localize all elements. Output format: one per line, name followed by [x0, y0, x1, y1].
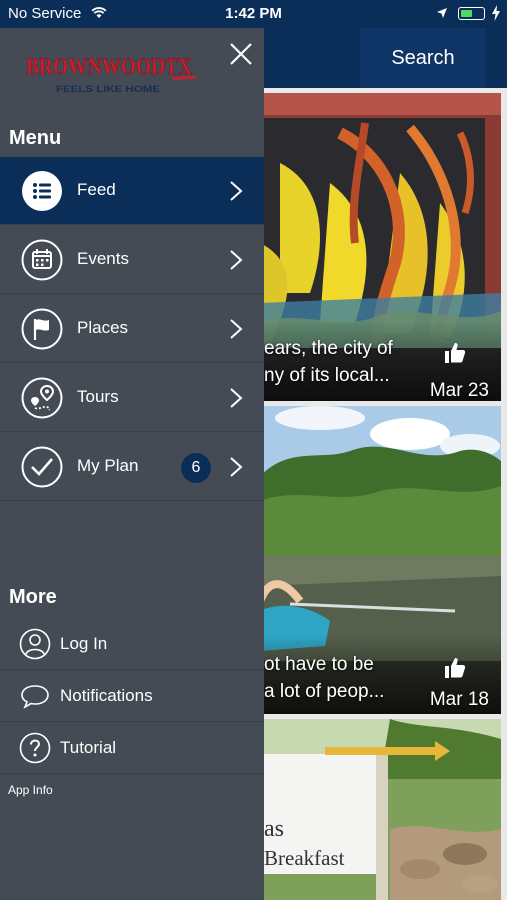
help-icon — [19, 732, 51, 764]
navigation-drawer: BROWNWOODTX FEELS LIKE HOME Menu Feed Ev… — [0, 28, 264, 900]
map-pin-route-icon — [21, 377, 63, 419]
menu-item-events[interactable]: Events — [0, 226, 264, 294]
more-item-tutorial[interactable]: Tutorial — [0, 722, 264, 774]
list-icon — [22, 171, 62, 211]
thumbs-up-icon[interactable] — [443, 656, 467, 680]
menu-item-feed[interactable]: Feed — [0, 157, 264, 225]
card-caption-line2: ny of its local... — [264, 365, 390, 386]
status-bar: No Service 1:42 PM — [0, 0, 507, 28]
more-item-label: Tutorial — [60, 738, 117, 757]
clock: 1:42 PM — [225, 5, 282, 22]
menu-item-tours[interactable]: Tours — [0, 364, 264, 432]
feed-card[interactable]: as Breakfast — [260, 719, 501, 900]
app-info-link[interactable]: App Info — [8, 783, 53, 797]
close-icon[interactable] — [228, 41, 254, 67]
chevron-right-icon — [230, 181, 243, 201]
feed-card[interactable]: ot have to be a lot of peop... Mar 18 — [260, 406, 501, 714]
menu-item-label: Tours — [77, 387, 119, 406]
feed-card[interactable]: ears, the city of ny of its local... Mar… — [260, 93, 501, 401]
svg-text:FEELS LIKE HOME: FEELS LIKE HOME — [56, 84, 160, 94]
chevron-right-icon — [230, 319, 243, 339]
chevron-right-icon — [230, 250, 243, 270]
more-item-log-in[interactable]: Log In — [0, 618, 264, 670]
user-icon — [19, 628, 51, 660]
menu-item-label: Events — [77, 249, 129, 268]
menu-item-label: My Plan — [77, 456, 139, 475]
chat-bubble-icon — [21, 685, 49, 709]
search-button[interactable]: Search — [360, 28, 486, 88]
thumbs-up-icon[interactable] — [443, 341, 467, 365]
card-date: Mar 23 — [429, 380, 489, 401]
card-caption-line2: a lot of peop... — [264, 681, 385, 702]
flag-icon — [21, 308, 63, 350]
menu-item-label: Places — [77, 318, 129, 337]
card-date: Mar 18 — [429, 689, 489, 710]
more-item-label: Notifications — [60, 686, 153, 705]
chevron-right-icon — [230, 457, 243, 477]
menu-item-label: Feed — [77, 180, 116, 199]
menu-item-places[interactable]: Places — [0, 295, 264, 363]
calendar-icon — [21, 239, 63, 281]
checkmark-icon — [21, 446, 63, 488]
card-caption-line1: ears, the city of — [264, 338, 393, 359]
sign-text-line2: Breakfast — [264, 846, 345, 870]
brownwood-logo[interactable]: BROWNWOODTX FEELS LIKE HOME — [24, 48, 200, 98]
more-section-title: More — [9, 586, 57, 608]
more-item-label: Log In — [60, 634, 108, 653]
menu-section-title: Menu — [9, 127, 62, 149]
plan-count-badge: 6 — [181, 453, 211, 483]
battery-icon — [458, 7, 485, 20]
charging-bolt-icon — [492, 5, 500, 21]
location-arrow-icon — [437, 8, 447, 18]
menu-item-my-plan[interactable]: My Plan 6 — [0, 433, 264, 501]
svg-text:BROWNWOODTX: BROWNWOODTX — [26, 54, 192, 79]
sign-text-line1: as — [264, 816, 284, 842]
search-label: Search — [391, 46, 455, 69]
more-item-notifications[interactable]: Notifications — [0, 670, 264, 722]
sign-photo — [260, 719, 501, 900]
chevron-right-icon — [230, 388, 243, 408]
card-caption-line1: ot have to be — [264, 654, 374, 675]
